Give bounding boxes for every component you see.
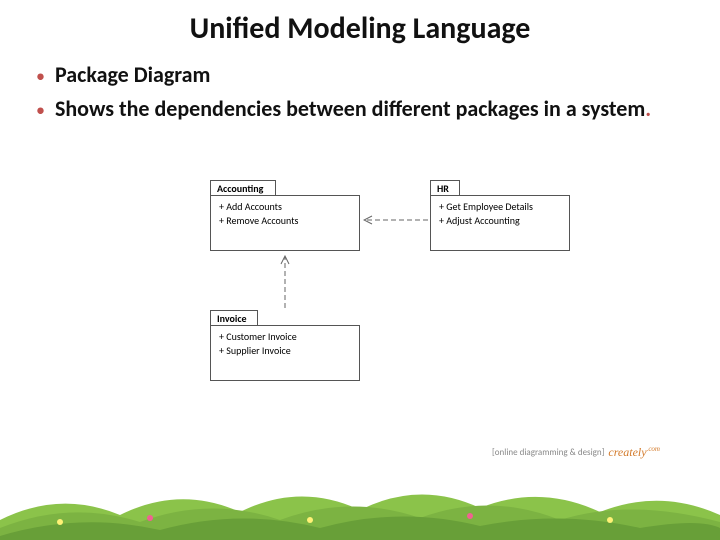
package-tab: Invoice — [210, 310, 258, 326]
package-operation: + Add Accounts — [219, 200, 351, 214]
package-operation: + Remove Accounts — [219, 214, 351, 228]
package-operation: + Get Employee Details — [439, 200, 561, 214]
package-operation: + Customer Invoice — [219, 330, 351, 344]
package-body: + Get Employee Details + Adjust Accounti… — [430, 195, 570, 251]
bullet-text-main: Shows the dependencies between different… — [55, 95, 645, 122]
bullet-text: Package Diagram — [55, 61, 210, 89]
bullet-icon: • — [36, 95, 45, 125]
package-body: + Add Accounts + Remove Accounts — [210, 195, 360, 251]
attribution-logo: creately.com — [608, 445, 660, 460]
attribution-suffix: .com — [647, 445, 660, 453]
bullet-list: • Package Diagram • Shows the dependenci… — [36, 61, 684, 125]
package-body: + Customer Invoice + Supplier Invoice — [210, 325, 360, 381]
grass-decoration — [0, 470, 720, 540]
bullet-period: . — [645, 95, 651, 122]
package-tab: Accounting — [210, 180, 276, 196]
package-diagram: Accounting + Add Accounts + Remove Accou… — [140, 180, 600, 420]
slide-title: Unified Modeling Language — [0, 10, 720, 47]
bullet-text: Shows the dependencies between different… — [55, 95, 651, 123]
package-operation: + Supplier Invoice — [219, 344, 351, 358]
attribution: [online diagramming & design] creately.c… — [492, 445, 660, 460]
bullet-item: • Package Diagram — [36, 61, 684, 91]
package-tab: HR — [430, 180, 460, 196]
attribution-brand: creately — [608, 445, 646, 459]
slide: Unified Modeling Language • Package Diag… — [0, 10, 720, 540]
bullet-icon: • — [36, 61, 45, 91]
package-operation: + Adjust Accounting — [439, 214, 561, 228]
attribution-tagline: [online diagramming & design] — [492, 447, 604, 458]
bullet-item: • Shows the dependencies between differe… — [36, 95, 684, 125]
